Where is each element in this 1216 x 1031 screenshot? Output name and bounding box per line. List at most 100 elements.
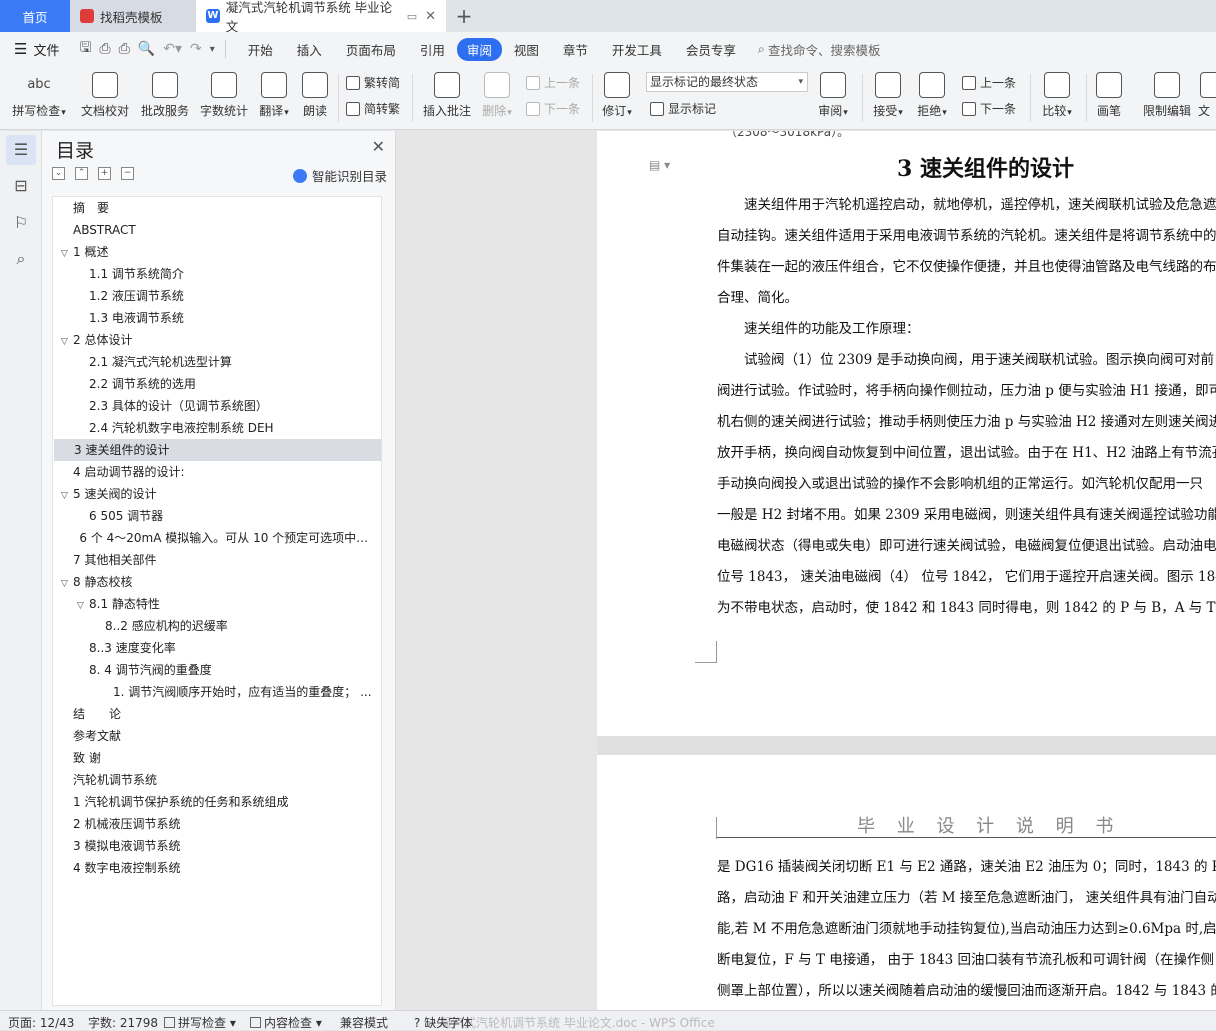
doc-proof-button[interactable]: 文档校对 xyxy=(78,70,132,119)
toc-item[interactable]: 6 505 调节器 xyxy=(53,505,377,527)
window-mode-icon[interactable]: ▭ xyxy=(407,10,417,23)
review-pane-button[interactable]: 审阅 xyxy=(812,70,854,119)
page-indicator[interactable]: 页面: 12/43 xyxy=(8,1014,74,1031)
print-preview-icon[interactable]: 🔍 xyxy=(138,41,155,57)
accept-button[interactable]: 接受 xyxy=(868,70,908,119)
toc-item[interactable]: 3 速关组件的设计 xyxy=(54,439,381,461)
toc-item[interactable]: ABSTRACT xyxy=(53,219,377,241)
next-change-button[interactable]: 下一条 xyxy=(962,100,1016,117)
prev-change-button[interactable]: 上一条 xyxy=(962,74,1016,91)
insert-comment-button[interactable]: 插入批注 xyxy=(420,70,474,119)
toc-item[interactable]: 2.3 具体的设计（见调节系统图） xyxy=(53,395,377,417)
tab-template[interactable]: 找稻壳模板 xyxy=(70,0,196,32)
toc-item[interactable]: 4 启动调节器的设计: xyxy=(53,461,377,483)
menu-page-layout[interactable]: 页面布局 xyxy=(334,40,408,59)
toc-item[interactable]: 致 谢 xyxy=(53,747,377,769)
word-count-indicator[interactable]: 字数: 21798 xyxy=(88,1014,158,1031)
toc-item[interactable]: 2 机械液压调节系统 xyxy=(53,813,377,835)
navigation-icon[interactable]: ⊟ xyxy=(11,176,31,196)
search-icon[interactable]: ⌕ xyxy=(11,249,31,269)
read-aloud-button[interactable]: 朗读 xyxy=(298,70,332,119)
delete-comment-button[interactable]: 删除 xyxy=(478,70,516,119)
next-comment-button[interactable]: 下一条 xyxy=(526,100,580,117)
close-icon[interactable]: ✕ xyxy=(372,137,385,156)
toc-item[interactable]: ▽ 8 静态校核 xyxy=(53,571,377,593)
expand-arrow-icon[interactable]: ▽ xyxy=(61,573,73,593)
toc-item[interactable]: 结 论 xyxy=(53,703,377,725)
toc-item[interactable]: 3 模拟电液调节系统 xyxy=(53,835,377,857)
export-pdf-icon[interactable]: ⎙ xyxy=(99,41,110,57)
simp-to-trad-button[interactable]: 简转繁 xyxy=(346,100,400,117)
smart-toc-button[interactable]: 智能识别目录 xyxy=(292,166,387,185)
toc-item[interactable]: 摘 要 xyxy=(53,197,377,219)
toc-item[interactable]: 8..3 速度变化率 xyxy=(53,637,377,659)
toc-item[interactable]: 6 个 4～20mA 模拟输入。可从 10 个预定可选项中选... xyxy=(53,527,377,549)
toc-item[interactable]: ▽ 2 总体设计 xyxy=(53,329,377,351)
show-markup-button[interactable]: 显示标记 xyxy=(650,100,716,117)
document-page[interactable]: 毕 业 设 计 说 明 书 是 DG16 插装阀关闭切断 E1 与 E2 通路，… xyxy=(597,755,1216,1010)
document-page[interactable]: （2308～3018kPa）。 ▤ ▾ 3 速关组件的设计 速关组件用于汽轮机遥… xyxy=(597,131,1216,736)
batch-service-button[interactable]: 批改服务 xyxy=(138,70,192,119)
toc-item[interactable]: 2.2 调节系统的选用 xyxy=(53,373,377,395)
bookmark-icon[interactable]: ⚐ xyxy=(11,213,31,233)
toc-item[interactable]: 1. 调节汽阀顺序开始时，应有适当的重叠度； ... xyxy=(53,681,377,703)
toc-item[interactable]: ▽ 8.1 静态特性 xyxy=(53,593,377,615)
tab-document[interactable]: W 凝汽式汽轮机调节系统 毕业论文 ▭ ✕ xyxy=(196,0,446,34)
toc-item[interactable]: 8..2 感应机构的迟缓率 xyxy=(53,615,377,637)
word-count-button[interactable]: 字数统计 xyxy=(197,70,251,119)
tab-home[interactable]: 首页 xyxy=(0,0,70,32)
restrict-edit-button[interactable]: 限制编辑 xyxy=(1140,70,1194,119)
command-search[interactable]: ⌕ 查找命令、搜索模板 xyxy=(758,40,881,59)
prev-comment-button[interactable]: 上一条 xyxy=(526,74,580,91)
menu-developer[interactable]: 开发工具 xyxy=(600,40,674,59)
menu-review[interactable]: 审阅 xyxy=(456,37,502,61)
toc-item[interactable]: 参考文献 xyxy=(53,725,377,747)
toc-item[interactable]: 1.2 液压调节系统 xyxy=(53,285,377,307)
menu-view[interactable]: 视图 xyxy=(502,40,551,59)
toc-item[interactable]: 1.3 电液调节系统 xyxy=(53,307,377,329)
toc-panel-icon[interactable]: ☰ xyxy=(6,135,36,165)
translate-button[interactable]: 翻译 xyxy=(255,70,293,119)
toc-item[interactable]: 1 汽轮机调节保护系统的任务和系统组成 xyxy=(53,791,377,813)
expand-icon[interactable]: ⌄ xyxy=(52,167,65,180)
markup-state-select[interactable]: 显示标记的最终状态 xyxy=(646,72,808,92)
menu-section[interactable]: 章节 xyxy=(551,40,600,59)
file-menu-button[interactable]: ☰ 文件 xyxy=(0,40,67,59)
missing-font-button[interactable]: ? 缺失字体 xyxy=(414,1014,472,1031)
toc-item[interactable]: ▽ 5 速关阀的设计 xyxy=(53,483,377,505)
menu-member[interactable]: 会员专享 xyxy=(674,40,748,59)
collapse-icon[interactable]: ⌃ xyxy=(75,167,88,180)
expand-arrow-icon[interactable]: ▽ xyxy=(77,595,89,615)
add-heading-icon[interactable]: + xyxy=(98,167,111,180)
undo-icon[interactable]: ↶▾ xyxy=(163,41,182,57)
trad-to-simp-button[interactable]: 繁转简 xyxy=(346,74,400,91)
save-icon[interactable]: 🖫 xyxy=(79,37,91,61)
toc-item[interactable]: 2.4 汽轮机数字电液控制系统 DEH xyxy=(53,417,377,439)
content-check-toggle[interactable]: 内容检查 ▾ xyxy=(250,1014,322,1031)
toc-item[interactable]: 1.1 调节系统简介 xyxy=(53,263,377,285)
menu-insert[interactable]: 插入 xyxy=(285,40,334,59)
expand-arrow-icon[interactable]: ▽ xyxy=(61,331,73,351)
print-icon[interactable]: ⎙ xyxy=(119,41,130,57)
expand-arrow-icon[interactable]: ▽ xyxy=(61,243,73,263)
expand-arrow-icon[interactable]: ▽ xyxy=(61,485,73,505)
paragraph-marker-icon[interactable]: ▤ ▾ xyxy=(649,158,670,172)
toc-item[interactable]: ▽ 1 概述 xyxy=(53,241,377,263)
spell-check-button[interactable]: abc 拼写检查 xyxy=(8,70,70,119)
menu-references[interactable]: 引用 xyxy=(408,40,457,59)
menu-start[interactable]: 开始 xyxy=(236,40,285,59)
remove-heading-icon[interactable]: − xyxy=(121,167,134,180)
spell-check-toggle[interactable]: 拼写检查 ▾ xyxy=(164,1014,236,1031)
redo-icon[interactable]: ↷ xyxy=(190,41,202,57)
toc-item[interactable]: 4 数字电液控制系统 xyxy=(53,857,377,879)
close-tab-icon[interactable]: ✕ xyxy=(425,9,436,24)
toc-item[interactable]: 7 其他相关部件 xyxy=(53,549,377,571)
pen-button[interactable]: 画笔 xyxy=(1092,70,1126,119)
compare-button[interactable]: 比较 xyxy=(1036,70,1078,119)
reject-button[interactable]: 拒绝 xyxy=(912,70,952,119)
new-tab-button[interactable]: + xyxy=(446,0,482,32)
track-changes-button[interactable]: 修订 xyxy=(598,70,636,119)
customize-icon[interactable]: ▾ xyxy=(210,44,215,55)
toc-item[interactable]: 8. 4 调节汽阀的重叠度 xyxy=(53,659,377,681)
toc-item[interactable]: 2.1 凝汽式汽轮机选型计算 xyxy=(53,351,377,373)
